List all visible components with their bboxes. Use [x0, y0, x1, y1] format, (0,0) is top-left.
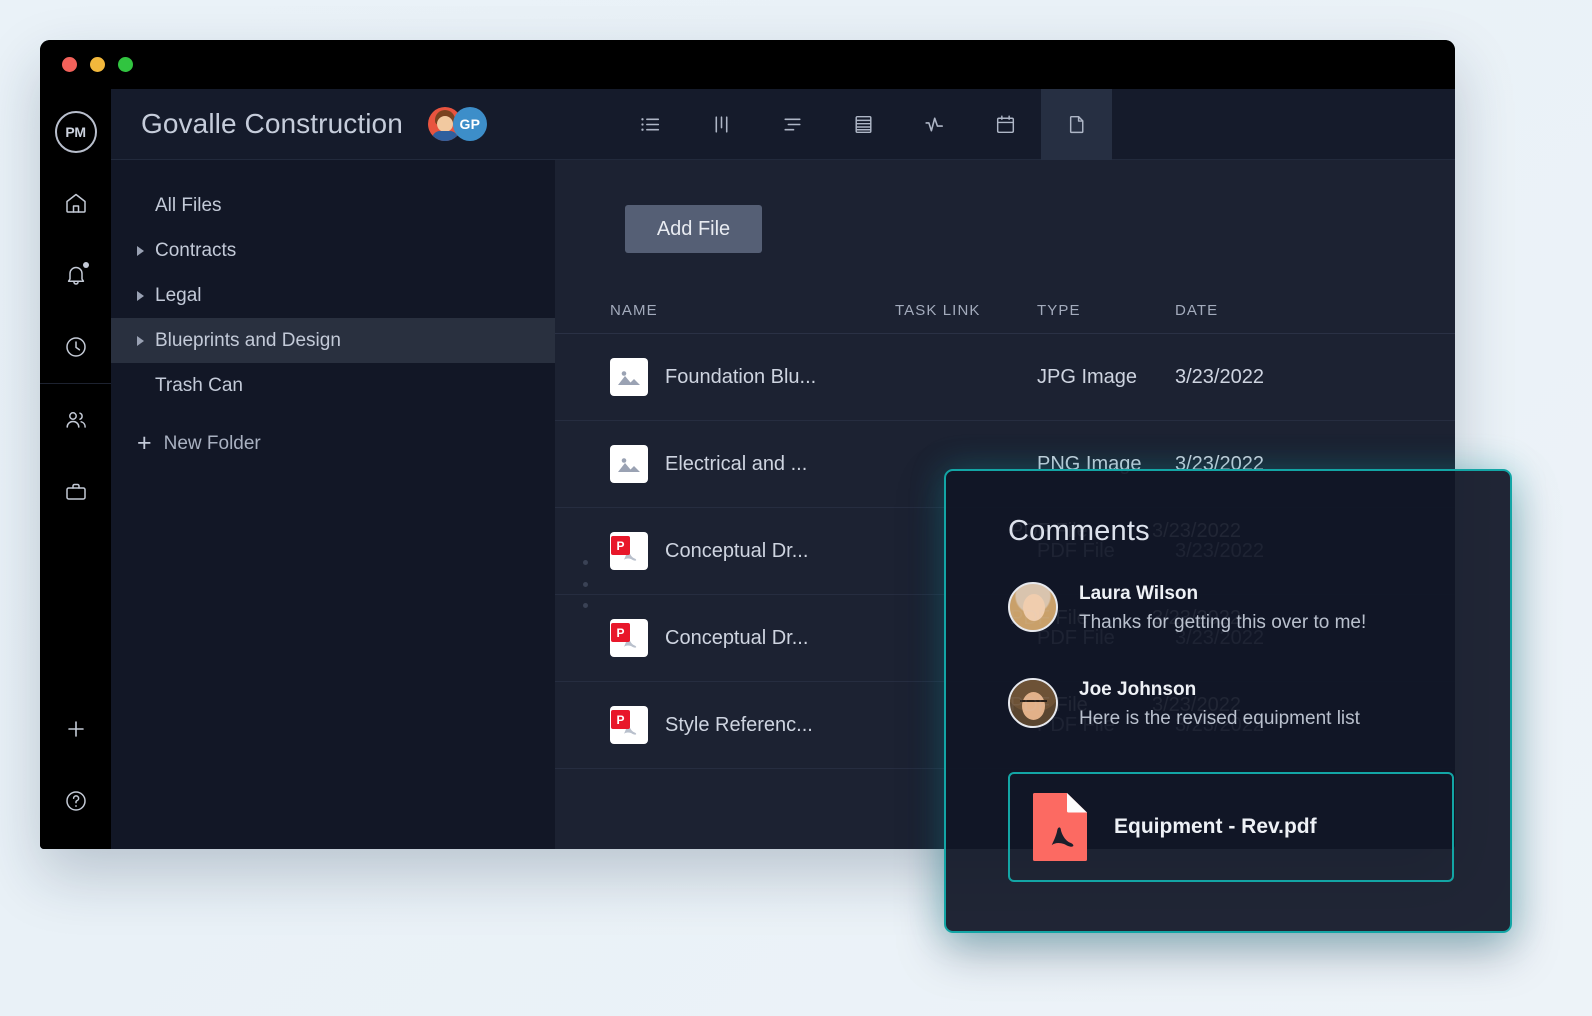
tab-board-view[interactable] — [686, 89, 757, 160]
notification-badge-dot — [83, 262, 89, 268]
attachment-filename: Equipment - Rev.pdf — [1114, 815, 1317, 839]
tree-item-legal[interactable]: Legal — [111, 273, 555, 318]
maximize-window-button[interactable] — [118, 57, 133, 72]
file-date: 3/23/2022 — [1175, 366, 1355, 389]
avatar — [1008, 678, 1058, 728]
comment-text: Thanks for getting this over to me! — [1079, 612, 1366, 634]
comment-author: Laura Wilson — [1079, 583, 1366, 605]
minimize-window-button[interactable] — [90, 57, 105, 72]
file-name: Foundation Blu... — [665, 366, 816, 389]
column-header-type[interactable]: TYPE — [1037, 302, 1175, 319]
file-name: Conceptual Dr... — [665, 627, 808, 650]
file-name: Electrical and ... — [665, 453, 807, 476]
tab-calendar-view[interactable] — [970, 89, 1041, 160]
table-header-row: NAME TASK LINK TYPE DATE — [555, 288, 1455, 334]
tab-list-view[interactable] — [615, 89, 686, 160]
tree-item-blueprints-and-design[interactable]: Blueprints and Design — [111, 318, 555, 363]
add-file-button[interactable]: Add File — [625, 205, 762, 253]
new-folder-button[interactable]: + New Folder — [111, 421, 555, 466]
tab-workload-view[interactable] — [899, 89, 970, 160]
window-titlebar — [40, 40, 1455, 89]
briefcase-icon[interactable] — [40, 456, 111, 528]
comment-author: Joe Johnson — [1079, 679, 1360, 701]
pdf-badge: P — [611, 623, 630, 642]
help-icon[interactable] — [40, 765, 111, 837]
comments-popover: Comments Laura Wilson Thanks for getting… — [944, 469, 1512, 933]
tree-item-label: All Files — [155, 195, 222, 217]
pdf-document-icon — [1031, 791, 1089, 863]
file-name: Conceptual Dr... — [665, 540, 808, 563]
avatar-group: GP — [428, 107, 487, 141]
chevron-right-icon[interactable] — [137, 291, 144, 301]
tab-sheet-view[interactable] — [828, 89, 899, 160]
chevron-right-icon[interactable] — [137, 336, 144, 346]
tree-item-label: Trash Can — [155, 375, 243, 397]
file-name: Style Referenc... — [665, 714, 813, 737]
chevron-right-icon[interactable] — [137, 246, 144, 256]
image-file-icon — [610, 358, 648, 396]
folder-tree-panel: All Files Contracts Legal Blueprints and… — [111, 160, 555, 849]
home-icon[interactable] — [40, 167, 111, 239]
people-icon[interactable] — [40, 384, 111, 456]
tree-item-all-files[interactable]: All Files — [111, 183, 555, 228]
comment-item: Joe Johnson Here is the revised equipmen… — [1008, 678, 1510, 730]
plus-icon: + — [137, 431, 152, 456]
new-folder-label: New Folder — [164, 433, 261, 455]
left-nav-rail: PM — [40, 89, 111, 849]
tab-files-view[interactable] — [1041, 89, 1112, 160]
tab-gantt-view[interactable] — [757, 89, 828, 160]
pdf-file-icon: P — [610, 532, 648, 570]
add-icon[interactable] — [40, 693, 111, 765]
app-header: Govalle Construction GP — [111, 89, 1455, 160]
pdf-badge: P — [611, 536, 630, 555]
image-file-icon — [610, 445, 648, 483]
tree-item-contracts[interactable]: Contracts — [111, 228, 555, 273]
tree-item-label: Blueprints and Design — [155, 330, 341, 352]
comments-title: Comments — [1008, 515, 1510, 548]
app-logo[interactable]: PM — [55, 111, 97, 153]
pdf-file-icon: P — [610, 619, 648, 657]
notifications-icon[interactable] — [40, 239, 111, 311]
panel-resize-handle[interactable] — [580, 560, 590, 608]
tree-item-label: Contracts — [155, 240, 236, 262]
avatar — [1008, 582, 1058, 632]
pdf-badge: P — [611, 710, 630, 729]
comment-item: Laura Wilson Thanks for getting this ove… — [1008, 582, 1510, 634]
table-row[interactable]: Foundation Blu... JPG Image 3/23/2022 — [555, 334, 1455, 421]
page-title: Govalle Construction — [141, 108, 403, 140]
tree-item-label: Legal — [155, 285, 202, 307]
column-header-task-link[interactable]: TASK LINK — [895, 302, 1037, 319]
pdf-file-icon: P — [610, 706, 648, 744]
comment-text: Here is the revised equipment list — [1079, 708, 1360, 730]
column-header-name[interactable]: NAME — [610, 302, 895, 319]
file-type: JPG Image — [1037, 366, 1175, 389]
view-tabs — [615, 89, 1112, 160]
close-window-button[interactable] — [62, 57, 77, 72]
tree-item-trash-can[interactable]: Trash Can — [111, 363, 555, 408]
comment-attachment-card[interactable]: Equipment - Rev.pdf — [1008, 772, 1454, 882]
column-header-date[interactable]: DATE — [1175, 302, 1355, 319]
recent-icon[interactable] — [40, 311, 111, 383]
avatar[interactable]: GP — [453, 107, 487, 141]
